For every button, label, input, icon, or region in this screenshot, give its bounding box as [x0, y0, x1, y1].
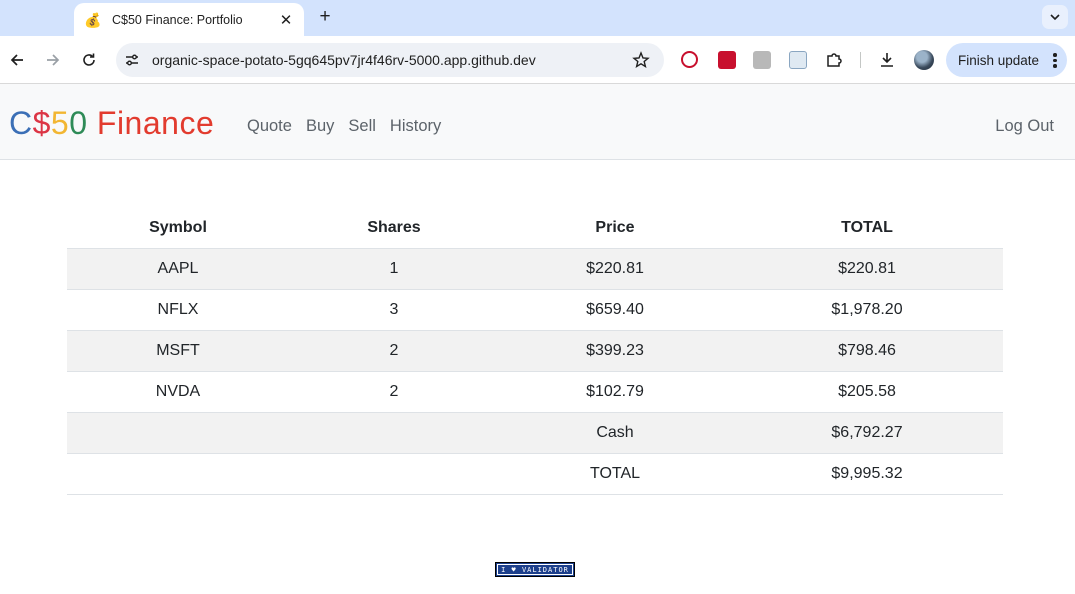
- toolbar-divider: [860, 52, 861, 68]
- table-row: NFLX 3 $659.40 $1,978.20: [67, 289, 1003, 331]
- record-extension-icon[interactable]: [681, 51, 698, 68]
- table-row: AAPL 1 $220.81 $220.81: [67, 248, 1003, 290]
- nav-quote-link[interactable]: Quote: [247, 117, 292, 136]
- symbol-cell: NVDA: [67, 371, 289, 413]
- bookmark-star-icon[interactable]: [632, 51, 650, 69]
- finish-update-button[interactable]: Finish update: [946, 43, 1067, 77]
- shares-cell: 2: [289, 330, 499, 372]
- arrow-right-icon: [47, 54, 60, 66]
- nav-history-link[interactable]: History: [390, 117, 441, 136]
- empty-cell: [289, 453, 499, 495]
- portfolio-table-container: Symbol Shares Price TOTAL AAPL 1 $220.81…: [67, 208, 1003, 495]
- price-cell: $659.40: [499, 289, 731, 331]
- brand-logo[interactable]: C$50 Finance: [9, 104, 214, 142]
- price-cell: $399.23: [499, 330, 731, 372]
- red-extension-icon[interactable]: [718, 51, 736, 69]
- validator-badge[interactable]: I ♥ VALIDATOR: [495, 562, 575, 577]
- empty-cell: [289, 412, 499, 454]
- new-tab-icon[interactable]: +: [316, 6, 334, 28]
- brand-part: $: [32, 105, 51, 141]
- symbol-cell: AAPL: [67, 248, 289, 290]
- chevron-down-icon: [1050, 14, 1060, 21]
- forward-button[interactable]: [43, 50, 63, 70]
- arrow-left-icon: [10, 54, 23, 66]
- portfolio-table: Symbol Shares Price TOTAL AAPL 1 $220.81…: [67, 208, 1003, 495]
- more-menu-icon: [1053, 53, 1057, 70]
- nav-buy-link[interactable]: Buy: [306, 117, 334, 136]
- empty-cell: [67, 412, 289, 454]
- close-tab-icon[interactable]: ✕: [278, 11, 294, 29]
- column-header: TOTAL: [731, 208, 1003, 249]
- puzzle-extensions-icon[interactable]: [825, 51, 843, 69]
- grand-total-label-cell: TOTAL: [499, 453, 731, 495]
- brand-part: C: [9, 105, 33, 141]
- brand-part: 5: [50, 105, 70, 141]
- total-cell: $1,978.20: [731, 289, 1003, 331]
- table-row: NVDA 2 $102.79 $205.58: [67, 371, 1003, 413]
- reload-button[interactable]: [79, 50, 99, 70]
- app-navbar: C$50 Finance Quote Buy Sell History Log …: [0, 84, 1075, 160]
- profile-avatar[interactable]: [914, 50, 934, 70]
- price-cell: $102.79: [499, 371, 731, 413]
- downloads-icon[interactable]: [878, 51, 896, 69]
- browser-tab[interactable]: 💰 C$50 Finance: Portfolio ✕: [74, 3, 304, 36]
- reload-icon: [83, 53, 95, 66]
- total-cell: $205.58: [731, 371, 1003, 413]
- price-cell: $220.81: [499, 248, 731, 290]
- nav-links: Quote Buy Sell History: [247, 117, 441, 136]
- tab-title: C$50 Finance: Portfolio: [112, 12, 243, 27]
- grand-total-row: TOTAL $9,995.32: [67, 453, 1003, 495]
- total-cell: $220.81: [731, 248, 1003, 290]
- blue-extension-icon[interactable]: [789, 51, 807, 69]
- browser-toolbar: organic-space-potato-5gq645pv7jr4f46rv-5…: [0, 36, 1075, 84]
- download-arrow-icon: [881, 53, 893, 67]
- table-header-row: Symbol Shares Price TOTAL: [67, 208, 1003, 249]
- site-settings-icon[interactable]: [124, 52, 140, 68]
- puzzle-icon: [827, 53, 842, 67]
- cash-label-cell: Cash: [499, 412, 731, 454]
- address-bar[interactable]: organic-space-potato-5gq645pv7jr4f46rv-5…: [116, 43, 664, 77]
- brand-part: 0: [69, 105, 88, 141]
- finish-update-label: Finish update: [958, 52, 1040, 68]
- shares-cell: 1: [289, 248, 499, 290]
- money-bag-icon: 💰: [84, 11, 102, 28]
- gray-extension-icon[interactable]: [753, 51, 771, 69]
- empty-cell: [67, 453, 289, 495]
- brand-part: Finance: [87, 105, 215, 141]
- nav-sell-link[interactable]: Sell: [348, 117, 376, 136]
- total-cell: $798.46: [731, 330, 1003, 372]
- table-row: MSFT 2 $399.23 $798.46: [67, 330, 1003, 372]
- back-button[interactable]: [7, 50, 27, 70]
- tab-search-button[interactable]: [1042, 5, 1068, 29]
- logout-link[interactable]: Log Out: [995, 117, 1054, 136]
- symbol-cell: MSFT: [67, 330, 289, 372]
- grand-total-value-cell: $9,995.32: [731, 453, 1003, 495]
- cash-value-cell: $6,792.27: [731, 412, 1003, 454]
- browser-tab-bar: 💰 C$50 Finance: Portfolio ✕ +: [0, 0, 1075, 36]
- symbol-cell: NFLX: [67, 289, 289, 331]
- shares-cell: 3: [289, 289, 499, 331]
- column-header: Price: [499, 208, 731, 249]
- column-header: Symbol: [67, 208, 289, 249]
- cash-row: Cash $6,792.27: [67, 412, 1003, 454]
- shares-cell: 2: [289, 371, 499, 413]
- url-text: organic-space-potato-5gq645pv7jr4f46rv-5…: [152, 52, 536, 68]
- column-header: Shares: [289, 208, 499, 249]
